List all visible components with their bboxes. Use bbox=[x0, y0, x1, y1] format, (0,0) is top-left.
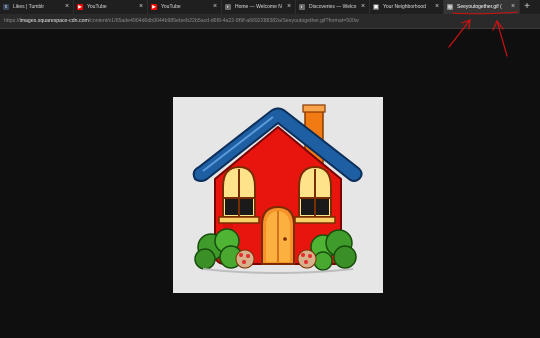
house-image bbox=[173, 97, 383, 293]
left-flowers bbox=[235, 249, 255, 269]
tab-7[interactable]: ◎ Seeyoutogether.gif ( × bbox=[444, 0, 520, 14]
right-flowers bbox=[297, 249, 317, 269]
tab-title: YouTube bbox=[161, 4, 181, 10]
tab-3[interactable]: ▶ YouTube × bbox=[148, 0, 222, 14]
youtube-icon: ▶ bbox=[151, 4, 157, 10]
youtube-icon: ▶ bbox=[77, 4, 83, 10]
tab-6[interactable]: ▣ Your Neighborhood × bbox=[370, 0, 444, 14]
close-tab-icon[interactable]: × bbox=[509, 3, 517, 11]
ground-line bbox=[202, 268, 354, 274]
tab-4[interactable]: ◐ Home — Welcome N × bbox=[222, 0, 296, 14]
close-tab-icon[interactable]: × bbox=[433, 3, 441, 11]
close-tab-icon[interactable]: × bbox=[63, 3, 71, 11]
tab-2[interactable]: ▶ YouTube × bbox=[74, 0, 148, 14]
page-icon: ◐ bbox=[299, 4, 305, 10]
tab-title: YouTube bbox=[87, 4, 107, 10]
door-knob bbox=[283, 237, 287, 241]
tumblr-icon: t bbox=[3, 4, 9, 10]
tab-title: Discoveries — Welco bbox=[309, 4, 357, 10]
tab-5[interactable]: ◐ Discoveries — Welco × bbox=[296, 0, 370, 14]
tab-title: Seeyoutogether.gif ( bbox=[457, 4, 502, 10]
address-bar[interactable]: https://images.squarespace-cdn.com/conte… bbox=[0, 14, 540, 29]
tab-title: Likes | Tumblr bbox=[13, 4, 45, 10]
close-tab-icon[interactable]: × bbox=[359, 3, 367, 11]
chimney-cap bbox=[302, 104, 326, 113]
house-illustration bbox=[192, 104, 363, 274]
url-prefix: https:// bbox=[4, 18, 20, 24]
tab-bar: t Likes | Tumblr × ▶ YouTube × ▶ YouTube × ◐ Home … bbox=[0, 0, 540, 14]
tab-1[interactable]: t Likes | Tumblr × bbox=[0, 0, 74, 14]
tab-title: Home — Welcome N bbox=[235, 4, 282, 10]
left-window-sill bbox=[218, 216, 260, 224]
url-host: images.squarespace-cdn.com bbox=[19, 18, 89, 24]
close-tab-icon[interactable]: × bbox=[211, 3, 219, 11]
new-tab-button[interactable]: + bbox=[520, 0, 534, 14]
page-icon: ◐ bbox=[225, 4, 231, 10]
tab-title: Your Neighborhood bbox=[383, 4, 426, 10]
close-tab-icon[interactable]: × bbox=[285, 3, 293, 11]
right-window-sill bbox=[294, 216, 336, 224]
page-icon: ▣ bbox=[373, 4, 379, 10]
close-tab-icon[interactable]: × bbox=[137, 3, 145, 11]
address-url[interactable]: https://images.squarespace-cdn.com/conte… bbox=[4, 18, 359, 24]
url-path: /content/v1/65ade4904d6db9044b985ebe/b22… bbox=[88, 18, 359, 24]
globe-icon: ◎ bbox=[447, 4, 453, 10]
